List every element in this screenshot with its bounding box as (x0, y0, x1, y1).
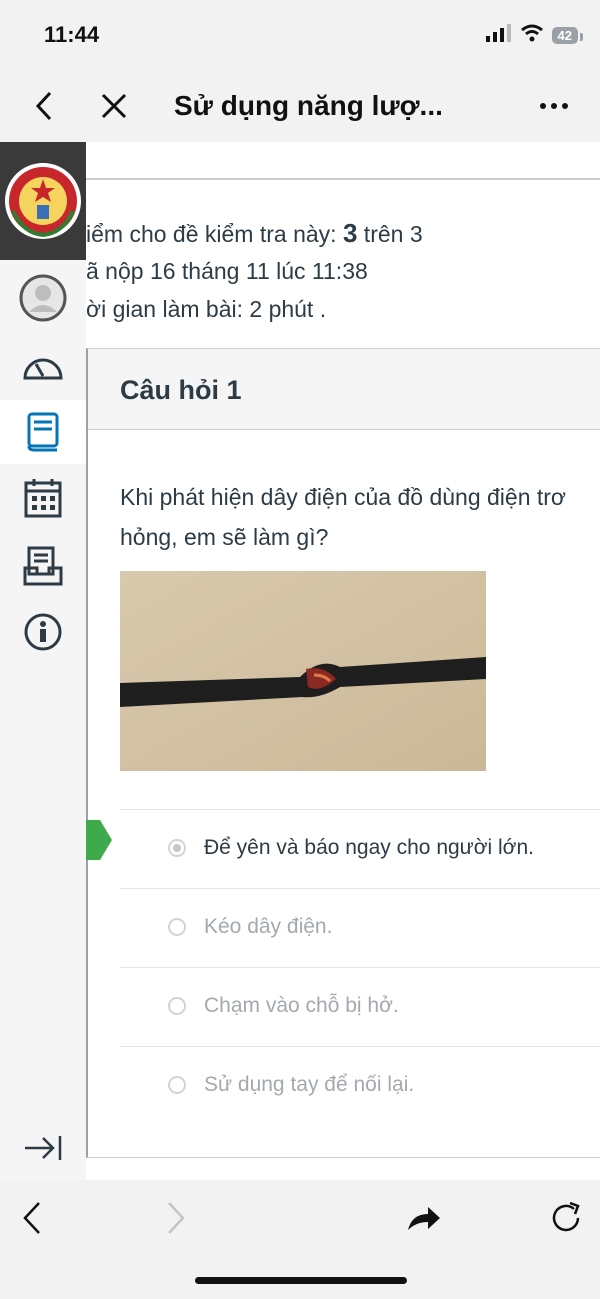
status-bar: 11:44 42 (0, 0, 600, 70)
question-header: Câu hỏi 1 (88, 349, 600, 430)
main-content: iểm cho đề kiểm tra này: 3 trên 3 ã nộp … (86, 142, 600, 1180)
wifi-icon (520, 24, 544, 47)
reload-button[interactable] (542, 1194, 590, 1242)
radio-selected-icon[interactable] (168, 839, 186, 857)
browser-back-button[interactable] (8, 1194, 56, 1242)
close-icon (101, 93, 127, 119)
info-icon (24, 613, 62, 651)
radio-icon[interactable] (168, 1076, 186, 1094)
score-total: trên 3 (357, 221, 423, 247)
share-button[interactable] (400, 1194, 448, 1242)
radio-icon[interactable] (168, 997, 186, 1015)
answer-option[interactable]: Chạm vào chỗ bị hở. (120, 967, 600, 1046)
question-card: Câu hỏi 1 Khi phát hiện dây điện của đồ … (86, 348, 600, 1158)
answer-text: Chạm vào chỗ bị hở. (204, 994, 399, 1017)
score-value: 3 (342, 218, 358, 248)
battery-indicator: 42 (551, 27, 584, 44)
back-button[interactable] (22, 84, 66, 128)
time-spent-line: ời gian làm bài: 2 phút . (86, 296, 327, 322)
question-title: Câu hỏi 1 (120, 375, 242, 405)
expand-arrow-icon (25, 1136, 62, 1160)
reload-icon (552, 1201, 580, 1232)
damaged-wire-photo (120, 571, 486, 771)
radio-icon[interactable] (168, 918, 186, 936)
answer-option[interactable]: Kéo dây điện. (120, 888, 600, 967)
answer-text: Kéo dây điện. (204, 915, 333, 938)
question-text-line-2: hỏng, em sẽ làm gì? (120, 524, 329, 550)
close-button[interactable] (92, 84, 136, 128)
status-icons: 42 (485, 24, 584, 47)
score-line: iểm cho đề kiểm tra này: 3 trên 3 (86, 218, 423, 249)
sidebar-item-courses[interactable] (0, 400, 86, 464)
more-icon (540, 103, 568, 109)
sidebar-item-calendar[interactable] (0, 466, 86, 530)
answer-option[interactable]: Sử dụng tay để nối lại. (120, 1046, 600, 1125)
browser-nav-bar: Sử dụng năng lượ... (0, 70, 600, 142)
sidebar-item-account[interactable] (0, 266, 86, 330)
book-icon (27, 412, 59, 452)
school-logo[interactable] (0, 142, 86, 260)
more-options-button[interactable] (532, 84, 576, 128)
answer-list: Để yên và báo ngay cho người lớn. Kéo dâ… (120, 809, 600, 1125)
share-arrow-icon (408, 1207, 440, 1230)
chevron-left-icon (35, 91, 52, 121)
clock: 11:44 (44, 22, 100, 47)
chevron-right-icon (168, 1202, 185, 1234)
question-text-line-1: Khi phát hiện dây điện của đồ dùng điện … (120, 484, 567, 510)
calendar-icon (24, 479, 62, 518)
sidebar-item-inbox[interactable] (0, 534, 86, 598)
home-indicator (195, 1277, 407, 1284)
sidebar-item-dashboard[interactable] (0, 334, 86, 398)
answer-option[interactable]: Để yên và báo ngay cho người lớn. (120, 809, 600, 888)
sidebar-item-help[interactable] (0, 600, 86, 664)
browser-forward-button[interactable] (152, 1194, 200, 1242)
logo-emblem-icon (5, 163, 81, 239)
global-nav-sidebar (0, 142, 86, 1180)
question-text: Khi phát hiện dây điện của đồ dùng điện … (120, 477, 600, 557)
submitted-line: ã nộp 16 tháng 11 lúc 11:38 (86, 258, 368, 284)
score-label: iểm cho đề kiểm tra này: (86, 221, 343, 247)
correct-answer-marker-icon (86, 820, 112, 860)
answer-text: Để yên và báo ngay cho người lớn. (204, 836, 534, 859)
avatar-icon (19, 274, 67, 322)
signal-icon (485, 24, 512, 47)
inbox-icon (23, 546, 63, 586)
dashboard-gauge-icon (23, 358, 63, 380)
chevron-left-icon (23, 1202, 40, 1234)
divider (86, 178, 600, 180)
answer-text: Sử dụng tay để nối lại. (204, 1073, 415, 1096)
page-title: Sử dụng năng lượ... (174, 90, 443, 121)
expand-sidebar-button[interactable] (0, 1120, 86, 1176)
